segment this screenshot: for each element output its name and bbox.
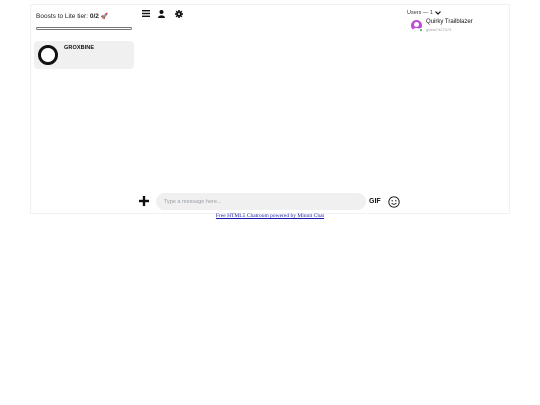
- boost-label: Boosts to Lite tier:: [36, 13, 89, 20]
- user-name: Quirky Trailblazer: [426, 19, 473, 25]
- hamburger-menu-icon[interactable]: [142, 10, 150, 17]
- online-status-dot: [419, 28, 423, 32]
- chat-window: Boosts to Lite tier: 0/2 🚀 GROXBINE User…: [30, 4, 510, 214]
- boost-progress-bar: [36, 27, 132, 30]
- user-icon[interactable]: [158, 10, 165, 18]
- chevron-down-icon: [434, 10, 441, 16]
- users-dropdown[interactable]: Users — 1: [407, 10, 441, 16]
- channel-card[interactable]: GROXBINE: [34, 41, 134, 69]
- gif-button[interactable]: GIF: [369, 198, 381, 205]
- message-input[interactable]: [156, 193, 366, 210]
- user-list-item[interactable]: Quirky Trailblazer guest7427474: [411, 18, 501, 34]
- user-id: guest7427474: [426, 26, 452, 32]
- users-header-label: Users — 1: [407, 10, 433, 16]
- smiley-icon[interactable]: [388, 195, 400, 213]
- ring-logo-icon: [38, 45, 58, 65]
- gear-icon[interactable]: [175, 10, 183, 18]
- boost-count: 0/2: [89, 13, 99, 20]
- channel-name: GROXBINE: [64, 45, 95, 51]
- powered-by-link[interactable]: Free HTML5 Chatroom powered by Minnit Ch…: [0, 213, 540, 219]
- plus-icon[interactable]: [139, 195, 149, 208]
- rocket-icon: 🚀: [100, 14, 109, 20]
- boost-status: Boosts to Lite tier: 0/2 🚀: [36, 13, 108, 20]
